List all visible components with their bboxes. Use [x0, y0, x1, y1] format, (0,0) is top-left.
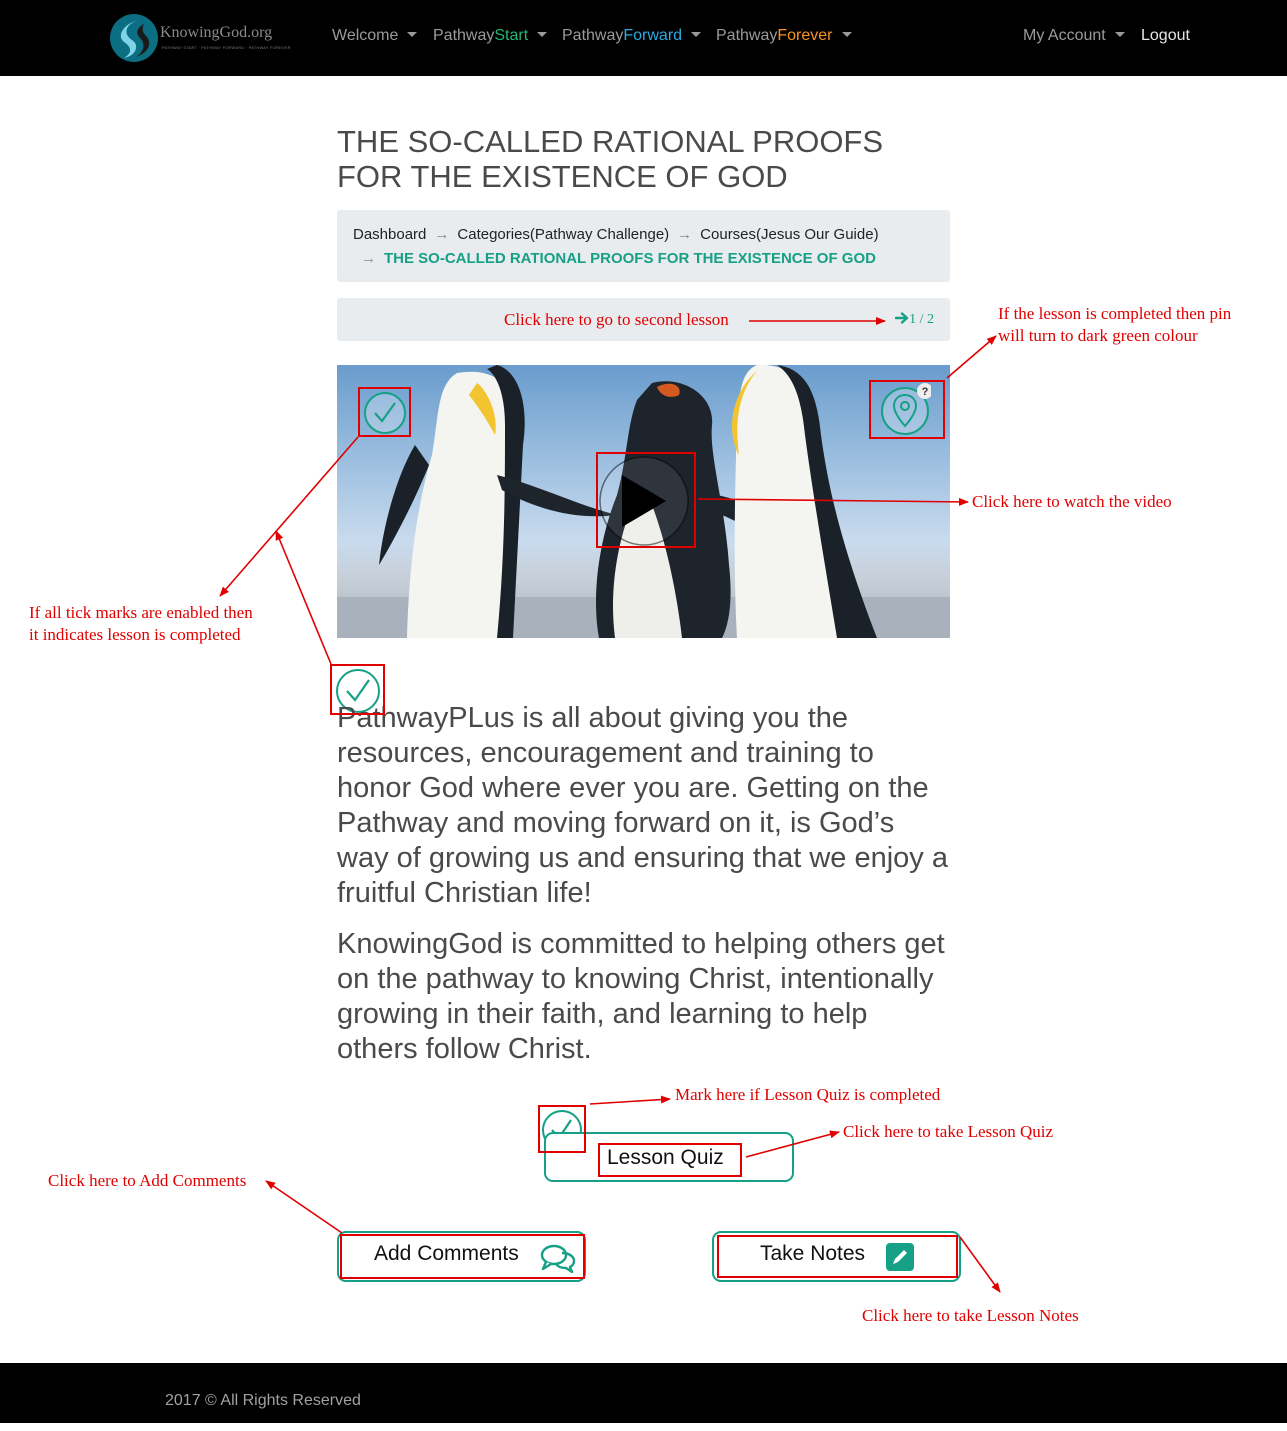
chevron-down-icon	[407, 32, 418, 37]
annotation-take-quiz: Click here to take Lesson Quiz	[843, 1122, 1054, 1141]
annotation-box-play	[596, 452, 696, 548]
chevron-down-icon	[841, 32, 852, 37]
lesson-counter: 1 / 2	[909, 312, 934, 327]
breadcrumb-separator: →	[361, 250, 376, 267]
nav-start-label: Start	[494, 27, 529, 44]
arrow-add-comments	[265, 1180, 343, 1234]
breadcrumb-separator: →	[434, 226, 450, 243]
arrow-tick-below	[275, 530, 332, 665]
chevron-down-icon	[691, 32, 702, 37]
chevron-down-icon	[537, 32, 548, 37]
nav-my-account[interactable]: My Account	[1023, 27, 1125, 45]
nav-welcome[interactable]: Welcome	[332, 27, 418, 45]
lesson-paragraph-1: PathwayPLus is all about giving you the …	[337, 702, 948, 909]
annotation-pin-line1: If the lesson is completed then pin	[998, 304, 1232, 323]
breadcrumb-courses[interactable]: Courses(Jesus Our Guide)	[700, 226, 878, 243]
lesson-paragraph-2: KnowingGod is committed to helping other…	[337, 928, 945, 1065]
logo-tagline: PATHWAY START · PATHWAY FORWARD · PATHWA…	[162, 45, 291, 50]
site-logo[interactable]: KnowingGod.org PATHWAY START · PATHWAY F…	[108, 12, 291, 64]
annotation-box-quiz	[598, 1143, 742, 1177]
annotation-box-comments	[340, 1234, 585, 1279]
breadcrumb: Dashboard → Categories(Pathway Challenge) →…	[337, 210, 950, 282]
arrow-pin	[946, 335, 997, 379]
annotation-box-video-tick	[358, 387, 411, 437]
annotation-take-notes: Click here to take Lesson Notes	[862, 1306, 1079, 1325]
nav-logout[interactable]: Logout	[1141, 27, 1190, 45]
next-lesson-link[interactable]: 1 / 2	[894, 312, 934, 328]
breadcrumb-current: THE SO-CALLED RATIONAL PROOFS FOR THE EX…	[384, 250, 876, 267]
annotation-tick-line1: If all tick marks are enabled then	[29, 603, 253, 622]
annotation-watch-video: Click here to watch the video	[972, 492, 1172, 511]
arrow-mark-quiz	[589, 1095, 671, 1105]
annotation-box-notes	[717, 1235, 958, 1278]
footer: 2017 © All Rights Reserved	[0, 1363, 1287, 1423]
nav-pathway-start[interactable]: PathwayStart	[433, 27, 548, 45]
logo-text: KnowingGod.org	[160, 24, 273, 41]
breadcrumb-separator: →	[677, 226, 693, 243]
nav-forever-label: Forever	[777, 27, 833, 44]
chevron-down-icon	[1114, 32, 1125, 37]
annotation-add-comments: Click here to Add Comments	[48, 1171, 247, 1190]
page-title-line2: FOR THE EXISTENCE OF GOD	[337, 159, 788, 194]
annotation-box-pin	[869, 380, 945, 439]
annotation-tick-line2: it indicates lesson is completed	[29, 625, 241, 644]
annotation-second-lesson: Click here to go to second lesson	[504, 310, 729, 329]
annotation-box-tick	[330, 664, 385, 715]
nav-pathway-forward[interactable]: PathwayForward	[562, 27, 702, 45]
nav-pathway-prefix: Pathway	[433, 27, 495, 44]
arrow-take-notes	[959, 1236, 1001, 1293]
page-title-line1: THE SO-CALLED RATIONAL PROOFS	[337, 124, 884, 159]
breadcrumb-dashboard[interactable]: Dashboard	[353, 226, 426, 243]
nav-my-account-label: My Account	[1023, 27, 1106, 44]
top-navbar: KnowingGod.org PATHWAY START · PATHWAY F…	[0, 0, 1287, 76]
annotation-pin-line2: will turn to dark green colour	[998, 326, 1198, 345]
arrow-right-icon	[894, 312, 909, 324]
annotation-box-quiz-tick	[538, 1105, 586, 1153]
logo-icon	[110, 14, 158, 62]
nav-pathway-forever[interactable]: PathwayForever	[716, 27, 852, 45]
nav-forward-label: Forward	[623, 27, 683, 44]
nav-pathway-prefix: Pathway	[562, 27, 624, 44]
breadcrumb-categories[interactable]: Categories(Pathway Challenge)	[457, 226, 669, 243]
nav-welcome-label: Welcome	[332, 27, 399, 44]
page-title: THE SO-CALLED RATIONAL PROOFS FOR THE EX…	[337, 124, 957, 194]
footer-copyright: 2017 © All Rights Reserved	[165, 1392, 361, 1409]
annotation-mark-quiz: Mark here if Lesson Quiz is completed	[675, 1085, 941, 1104]
nav-pathway-prefix: Pathway	[716, 27, 778, 44]
